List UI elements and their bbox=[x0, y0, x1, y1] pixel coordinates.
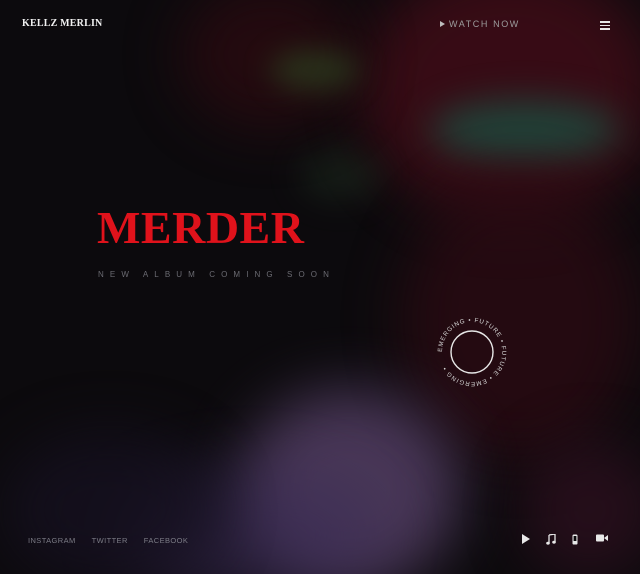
media-icons bbox=[518, 534, 618, 546]
badge-text: EMERGING • FUTURE • FUTURE • EMERGING • bbox=[437, 317, 507, 387]
watch-now-label: WATCH NOW bbox=[449, 19, 520, 29]
rotating-text-badge[interactable]: EMERGING • FUTURE • FUTURE • EMERGING • bbox=[432, 312, 512, 392]
badge-circle bbox=[450, 330, 494, 374]
video-camera-icon[interactable] bbox=[596, 534, 608, 542]
instagram-link[interactable]: INSTAGRAM bbox=[28, 536, 76, 545]
play-icon[interactable] bbox=[522, 534, 530, 544]
social-links: INSTAGRAM TWITTER FACEBOOK bbox=[28, 536, 188, 545]
facebook-link[interactable]: FACEBOOK bbox=[144, 536, 188, 545]
phone-icon[interactable] bbox=[572, 534, 578, 545]
twitter-link[interactable]: TWITTER bbox=[92, 536, 128, 545]
site-logo[interactable]: KELLZ MERLIN bbox=[22, 18, 102, 29]
music-note-icon[interactable] bbox=[546, 534, 556, 545]
background-art bbox=[0, 0, 640, 574]
hamburger-menu-icon[interactable] bbox=[600, 21, 610, 30]
album-title: MERDER bbox=[97, 202, 305, 253]
album-subtitle: NEW ALBUM COMING SOON bbox=[98, 270, 335, 279]
play-icon bbox=[440, 21, 445, 27]
watch-now-button[interactable]: WATCH NOW bbox=[440, 19, 520, 29]
